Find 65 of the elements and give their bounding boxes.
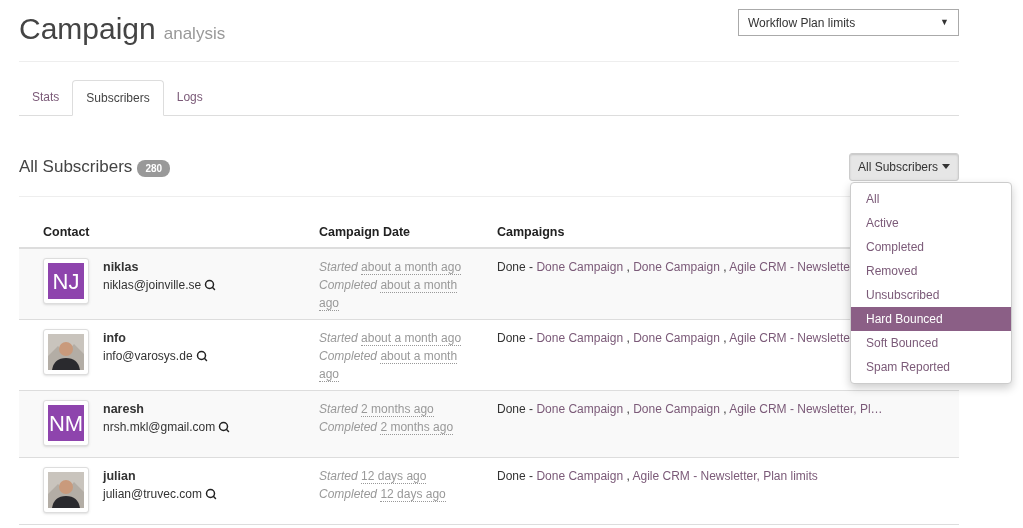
comma-separator: , — [723, 402, 727, 416]
count-badge: 280 — [137, 159, 171, 177]
campaign-link[interactable]: Agile CRM - Newslette — [729, 260, 850, 274]
contact-name[interactable]: julian — [103, 467, 217, 485]
column-header: Campaigns — [497, 224, 565, 241]
contact-email: nrsh.mkl@gmail.com — [103, 419, 216, 436]
campaign-link[interactable]: Done Campaign — [633, 331, 720, 345]
tab[interactable]: Subscribers — [72, 80, 164, 116]
comma-separator: , — [626, 260, 630, 274]
menu-item[interactable]: Spam Reported — [851, 355, 1011, 379]
page-title: Campaign — [19, 11, 156, 47]
campaign-link[interactable]: Done Campaign — [536, 469, 624, 483]
menu-item[interactable]: Soft Bounced — [851, 331, 1011, 355]
comma-separator: , — [723, 260, 727, 274]
started-date: Started about a month ago — [319, 330, 463, 347]
campaign-status: Done - — [497, 402, 534, 416]
completed-date: Completed about a month ago — [319, 348, 459, 383]
comma-separator: , — [626, 331, 630, 345]
search-icon[interactable] — [218, 421, 231, 433]
campaign-link[interactable]: Done Campaign — [633, 260, 720, 274]
completed-date: Completed about a month ago — [319, 277, 459, 312]
avatar-initials: NJ — [48, 263, 84, 299]
search-icon[interactable] — [204, 279, 217, 291]
comma-separator: , — [626, 402, 630, 416]
campaign-link[interactable]: Done Campaign — [536, 402, 624, 416]
campaign-link[interactable]: Done Campaign — [536, 331, 624, 345]
campaign-status: Done - — [497, 260, 534, 274]
campaign-link[interactable]: Agile CRM - Newsletter, Plan limits — [632, 469, 818, 483]
menu-item[interactable]: Removed — [851, 259, 1011, 283]
campaign-link[interactable]: Done Campaign — [633, 402, 720, 416]
started-date: Started about a month ago — [319, 259, 463, 276]
search-icon[interactable] — [204, 488, 217, 500]
campaign-link[interactable]: Agile CRM - Newsletter, Pl… — [729, 402, 883, 416]
completed-date: Completed 12 days ago — [319, 486, 447, 503]
caret-icon — [942, 164, 950, 169]
column-header: Campaign Date — [319, 224, 410, 241]
contact-name[interactable]: naresh — [103, 400, 231, 418]
page-subtitle: analysis — [163, 23, 226, 45]
contact-name[interactable]: info — [103, 329, 208, 347]
completed-date: Completed 2 months ago — [319, 419, 455, 436]
avatar-initials: NM — [48, 405, 84, 441]
campaign-status: Done - — [497, 469, 534, 483]
workflow-select[interactable]: Workflow Plan limits ▼ — [738, 9, 959, 36]
search-icon[interactable] — [195, 350, 208, 362]
contact-email: niklas@joinville.se — [103, 277, 202, 294]
comma-separator: , — [626, 469, 630, 483]
started-date: Started 12 days ago — [319, 468, 428, 485]
menu-item[interactable]: Active — [851, 211, 1011, 235]
campaign-link[interactable]: Done Campaign — [536, 260, 624, 274]
comma-separator: , — [723, 331, 727, 345]
tab[interactable]: Logs — [163, 79, 216, 115]
contact-email: info@varosys.de — [103, 348, 193, 365]
campaign-status: Done - — [497, 331, 534, 345]
contact-email: julian@truvec.com — [103, 486, 202, 503]
menu-item[interactable]: Unsubscribed — [851, 283, 1011, 307]
menu-item[interactable]: Hard Bounced — [851, 307, 1011, 331]
menu-item[interactable]: All — [851, 187, 1011, 211]
contact-name[interactable]: niklas — [103, 258, 217, 276]
filter-dropdown-button[interactable]: All Subscribers — [848, 152, 959, 181]
section-title: All Subscribers — [19, 155, 133, 178]
tab[interactable]: Stats — [19, 79, 73, 115]
started-date: Started 2 months ago — [319, 401, 435, 418]
column-header: Contact — [42, 224, 91, 241]
menu-item[interactable]: Completed — [851, 235, 1011, 259]
campaign-link[interactable]: Agile CRM - Newslette — [729, 331, 850, 345]
